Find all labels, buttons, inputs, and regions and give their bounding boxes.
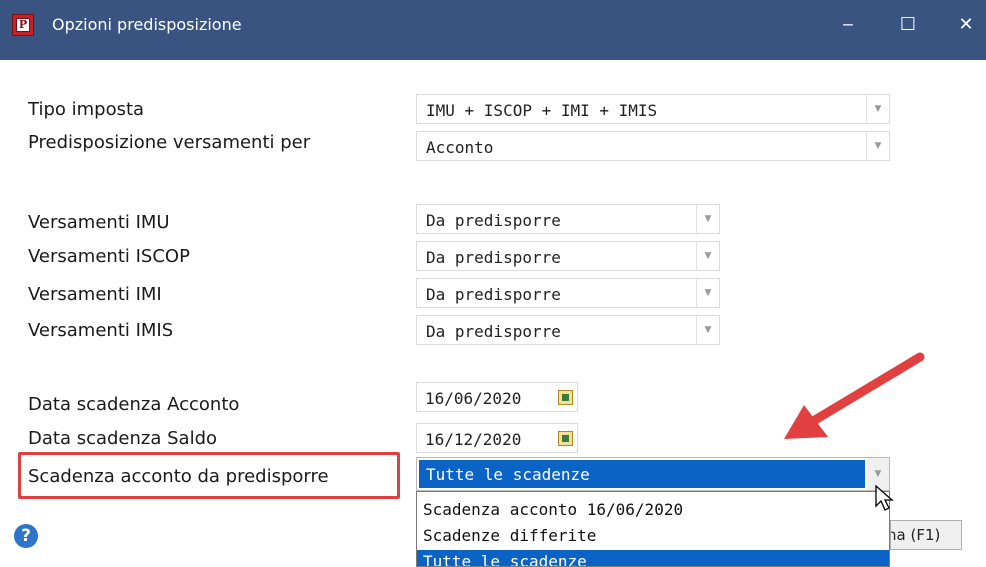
tipo-imposta-value: IMU + ISCOP + IMI + IMIS [426,101,658,120]
mouse-cursor-icon [875,484,894,511]
scadenza-acconto-value: Tutte le scadenze [426,465,590,484]
data-saldo-value: 16/12/2020 [425,430,522,449]
versamenti-imis-label: Versamenti IMIS [28,320,174,341]
versamenti-imi-select[interactable]: Da predisporre ▼ [416,278,720,308]
versamenti-imi-value: Da predisporre [426,285,561,304]
red-arrow-icon [784,352,925,439]
help-icon[interactable]: ? [14,524,38,548]
versamenti-imi-label: Versamenti IMI [28,284,162,305]
tipo-imposta-select[interactable]: IMU + ISCOP + IMI + IMIS ▼ [416,94,890,124]
data-saldo-field[interactable]: 16/12/2020 [416,423,578,453]
calendar-icon[interactable] [558,390,573,405]
versamenti-imu-value: Da predisporre [426,211,561,230]
dropdown-option[interactable]: Scadenze differite [417,524,889,548]
maximize-button[interactable]: ☐ [888,10,928,40]
window-title: Opzioni predisposizione [52,15,242,34]
minimize-button[interactable]: ‒ [828,10,868,40]
help-button[interactable]: na (F1) [890,520,962,550]
app-icon: P [12,14,34,36]
predisposizione-label: Predisposizione versamenti per [28,132,311,153]
versamenti-imis-value: Da predisporre [426,322,561,341]
scadenza-acconto-select[interactable]: Tutte le scadenze ▼ [416,457,890,491]
predisposizione-select[interactable]: Acconto ▼ [416,131,890,161]
tipo-imposta-label: Tipo imposta [28,99,145,120]
data-acconto-label: Data scadenza Acconto [28,394,240,415]
versamenti-imu-label: Versamenti IMU [28,212,170,233]
app-icon-letter: P [16,18,30,32]
data-saldo-label: Data scadenza Saldo [28,428,218,449]
chevron-down-icon[interactable]: ▼ [696,279,719,307]
versamenti-iscop-value: Da predisporre [426,248,561,267]
annotation-highlight-box [18,452,400,499]
chevron-down-icon[interactable]: ▼ [866,95,889,123]
calendar-icon[interactable] [558,431,573,446]
dropdown-option[interactable]: Scadenza acconto 16/06/2020 [417,498,889,522]
versamenti-imis-select[interactable]: Da predisporre ▼ [416,315,720,345]
data-acconto-value: 16/06/2020 [425,389,522,408]
versamenti-imu-select[interactable]: Da predisporre ▼ [416,204,720,234]
predisposizione-value: Acconto [426,138,494,157]
versamenti-iscop-select[interactable]: Da predisporre ▼ [416,241,720,271]
chevron-down-icon[interactable]: ▼ [866,132,889,160]
versamenti-iscop-label: Versamenti ISCOP [28,246,190,267]
chevron-down-icon[interactable]: ▼ [696,205,719,233]
dropdown-option-selected[interactable]: Tutte le scadenze [417,550,889,566]
close-button[interactable]: ✕ [946,10,986,40]
scadenza-dropdown-list[interactable]: Scadenza acconto 16/06/2020 Scadenze dif… [416,491,890,567]
chevron-down-icon[interactable]: ▼ [696,242,719,270]
help-button-label: na (F1) [890,526,941,544]
chevron-down-icon[interactable]: ▼ [696,316,719,344]
data-acconto-field[interactable]: 16/06/2020 [416,382,578,412]
